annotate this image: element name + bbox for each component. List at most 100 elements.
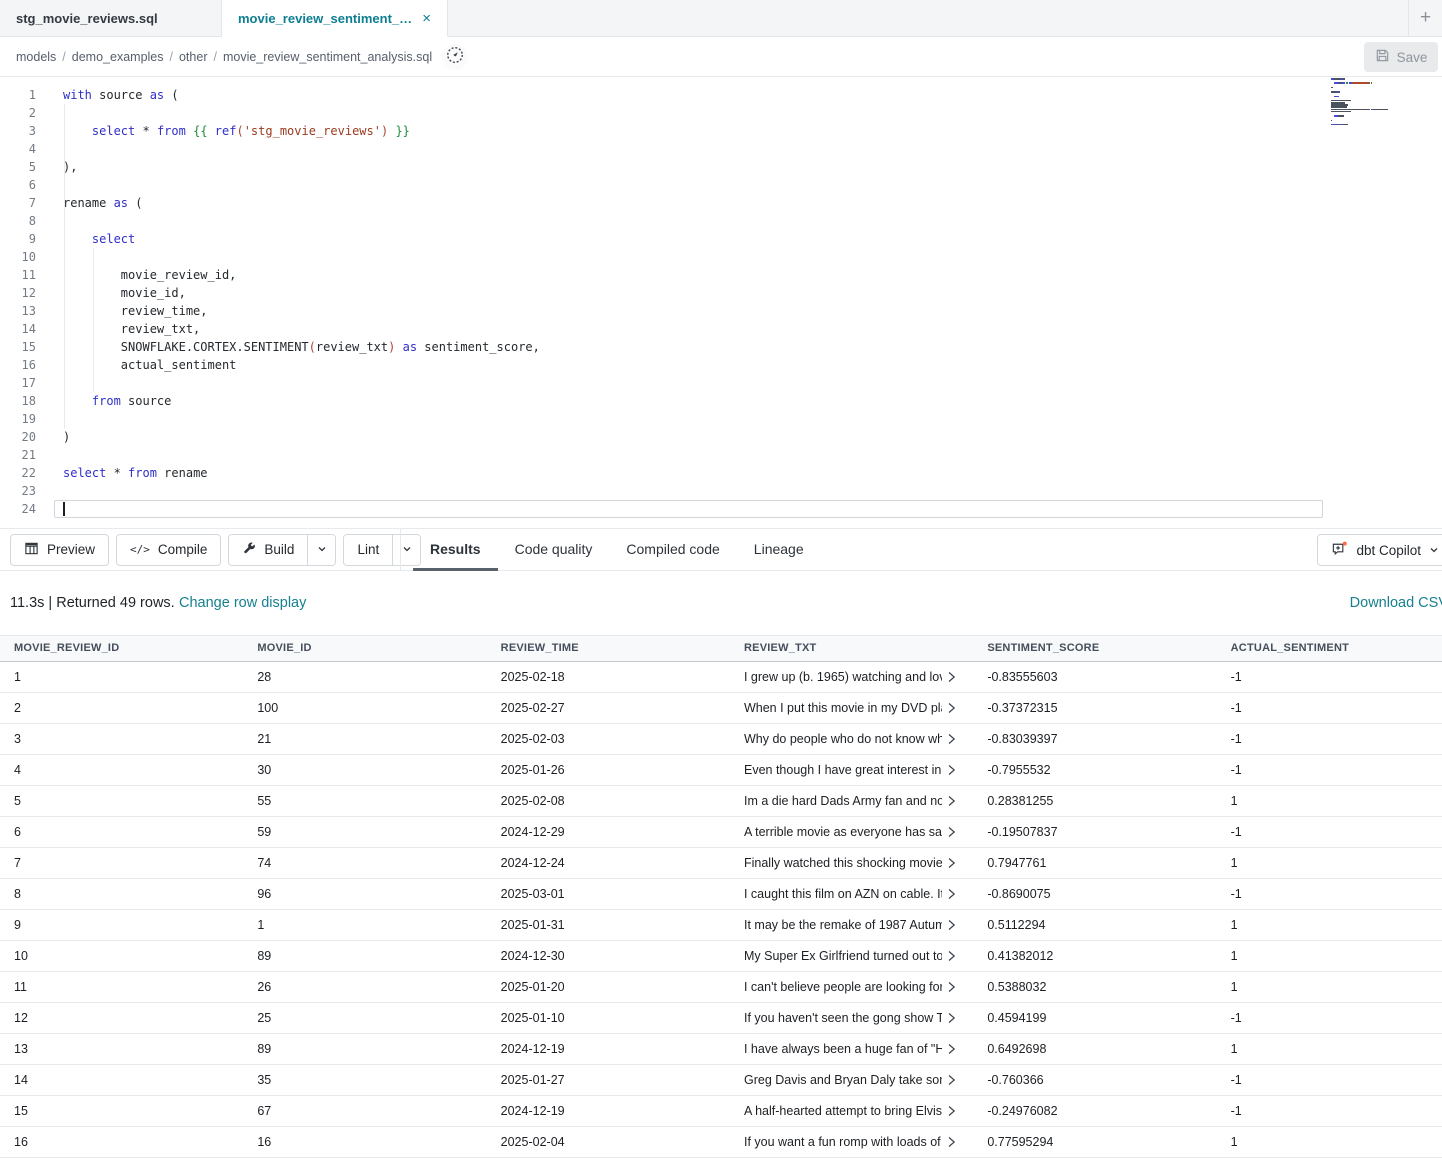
- code-line[interactable]: 21: [0, 446, 1442, 464]
- code-line[interactable]: 7rename as (: [0, 194, 1442, 212]
- code-line[interactable]: 23: [0, 482, 1442, 500]
- code-line[interactable]: 24: [0, 500, 1442, 518]
- cell-movie_review_id: 16: [0, 1126, 243, 1157]
- tab-lineage[interactable]: Lineage: [737, 529, 821, 571]
- expand-cell-chevron-icon[interactable]: [948, 702, 956, 714]
- download-csv-link[interactable]: Download CSV: [1350, 595, 1442, 611]
- explore-docs-button[interactable]: [442, 44, 468, 70]
- dbt-copilot-button[interactable]: dbt Copilot: [1317, 534, 1442, 566]
- expand-cell-chevron-icon[interactable]: [948, 1043, 956, 1055]
- expand-cell-chevron-icon[interactable]: [948, 764, 956, 776]
- cell-sentiment_score: -0.7955532: [973, 754, 1216, 785]
- code-line[interactable]: 9 select: [0, 230, 1442, 248]
- close-icon[interactable]: ×: [422, 11, 431, 26]
- build-button[interactable]: Build: [229, 535, 307, 565]
- code-line[interactable]: 19: [0, 410, 1442, 428]
- code-line[interactable]: 11 movie_review_id,: [0, 266, 1442, 284]
- cell-review_txt: Im a die hard Dads Army fan and nothi…: [730, 785, 973, 816]
- expand-cell-chevron-icon[interactable]: [948, 671, 956, 683]
- tab-stg-movie-reviews[interactable]: stg_movie_reviews.sql: [0, 0, 222, 36]
- expand-cell-chevron-icon[interactable]: [948, 826, 956, 838]
- code-line[interactable]: 22select * from rename: [0, 464, 1442, 482]
- code-line[interactable]: 4: [0, 140, 1442, 158]
- review-text: Greg Davis and Bryan Daly take some …: [744, 1073, 942, 1087]
- tab-code-quality[interactable]: Code quality: [498, 529, 610, 571]
- column-header-movie_review_id: MOVIE_REVIEW_ID: [0, 636, 243, 661]
- code-line[interactable]: 14 review_txt,: [0, 320, 1442, 338]
- tab-movie-review-sentiment[interactable]: movie_review_sentiment_… ×: [222, 0, 448, 37]
- current-line-highlight: [54, 500, 1323, 518]
- code-line[interactable]: 3 select * from {{ ref('stg_movie_review…: [0, 122, 1442, 140]
- expand-cell-chevron-icon[interactable]: [948, 733, 956, 745]
- compile-button[interactable]: </> Compile: [116, 534, 221, 566]
- build-split-button: Build: [228, 534, 336, 566]
- breadcrumb-part[interactable]: other: [179, 50, 208, 64]
- expand-cell-chevron-icon[interactable]: [948, 950, 956, 962]
- code-line[interactable]: 12 movie_id,: [0, 284, 1442, 302]
- cell-actual_sentiment: 1: [1217, 971, 1442, 1002]
- table-row: 912025-01-31It may be the remake of 1987…: [0, 909, 1442, 940]
- save-button[interactable]: Save: [1364, 42, 1438, 72]
- new-tab-button[interactable]: +: [1420, 7, 1431, 29]
- cell-sentiment_score: 0.6492698: [973, 1033, 1216, 1064]
- line-number: 20: [0, 428, 36, 446]
- table-row: 3212025-02-03Why do people who do not kn…: [0, 723, 1442, 754]
- cell-movie_review_id: 3: [0, 723, 243, 754]
- code-line[interactable]: 6: [0, 176, 1442, 194]
- change-row-display-link[interactable]: Change row display: [179, 595, 306, 611]
- expand-cell-chevron-icon[interactable]: [948, 1105, 956, 1117]
- code-line[interactable]: 8: [0, 212, 1442, 230]
- build-dropdown-button[interactable]: [307, 535, 335, 565]
- cell-movie_review_id: 2: [0, 692, 243, 723]
- cell-sentiment_score: 0.5388032: [973, 971, 1216, 1002]
- code-line[interactable]: 13 review_time,: [0, 302, 1442, 320]
- preview-button[interactable]: Preview: [10, 534, 109, 566]
- cell-sentiment_score: 0.4594199: [973, 1002, 1216, 1033]
- breadcrumb-part[interactable]: demo_examples: [72, 50, 164, 64]
- cell-actual_sentiment: -1: [1217, 1064, 1442, 1095]
- cell-movie_review_id: 17: [0, 1157, 243, 1166]
- line-number: 17: [0, 374, 36, 392]
- expand-cell-chevron-icon[interactable]: [948, 888, 956, 900]
- cell-review_time: 2024-12-29: [487, 816, 730, 847]
- tab-compiled-code[interactable]: Compiled code: [609, 529, 736, 571]
- code-line[interactable]: 10: [0, 248, 1442, 266]
- expand-cell-chevron-icon[interactable]: [948, 919, 956, 931]
- code-line[interactable]: 17: [0, 374, 1442, 392]
- line-number: 3: [0, 122, 36, 140]
- code-editor[interactable]: 1with source as (23 select * from {{ ref…: [0, 77, 1442, 528]
- breadcrumb-part[interactable]: models: [16, 50, 56, 64]
- code-line[interactable]: 18 from source: [0, 392, 1442, 410]
- tab-results[interactable]: Results: [413, 529, 498, 571]
- cell-movie_review_id: 13: [0, 1033, 243, 1064]
- expand-cell-chevron-icon[interactable]: [948, 1074, 956, 1086]
- lint-button[interactable]: Lint: [344, 535, 392, 565]
- cell-movie_review_id: 7: [0, 847, 243, 878]
- code-text: select * from {{ ref('stg_movie_reviews'…: [63, 124, 410, 138]
- code-line[interactable]: 15 SNOWFLAKE.CORTEX.SENTIMENT(review_txt…: [0, 338, 1442, 356]
- cell-actual_sentiment: 1: [1217, 1126, 1442, 1157]
- cell-actual_sentiment: 1: [1217, 1157, 1442, 1166]
- cell-actual_sentiment: -1: [1217, 878, 1442, 909]
- code-line[interactable]: 1with source as (: [0, 86, 1442, 104]
- column-header-review_txt: REVIEW_TXT: [730, 636, 973, 661]
- code-line[interactable]: 2: [0, 104, 1442, 122]
- cell-sentiment_score: -0.19507837: [973, 816, 1216, 847]
- expand-cell-chevron-icon[interactable]: [948, 1012, 956, 1024]
- chevron-down-icon: [402, 542, 412, 557]
- minimap[interactable]: [1331, 78, 1403, 131]
- expand-cell-chevron-icon[interactable]: [948, 857, 956, 869]
- expand-cell-chevron-icon[interactable]: [948, 981, 956, 993]
- code-line[interactable]: 20): [0, 428, 1442, 446]
- tab-label: movie_review_sentiment_…: [238, 11, 412, 26]
- tab-label: Code quality: [515, 541, 593, 557]
- code-line[interactable]: 5),: [0, 158, 1442, 176]
- results-table: MOVIE_REVIEW_IDMOVIE_IDREVIEW_TIMEREVIEW…: [0, 636, 1442, 1166]
- cell-review_txt: It may be the remake of 1987 Autumn'…: [730, 909, 973, 940]
- code-line[interactable]: 16 actual_sentiment: [0, 356, 1442, 374]
- expand-cell-chevron-icon[interactable]: [948, 1136, 956, 1148]
- code-text: select * from rename: [63, 466, 208, 480]
- expand-cell-chevron-icon[interactable]: [948, 795, 956, 807]
- table-row: 16162025-02-04If you want a fun romp wit…: [0, 1126, 1442, 1157]
- line-number: 14: [0, 320, 36, 338]
